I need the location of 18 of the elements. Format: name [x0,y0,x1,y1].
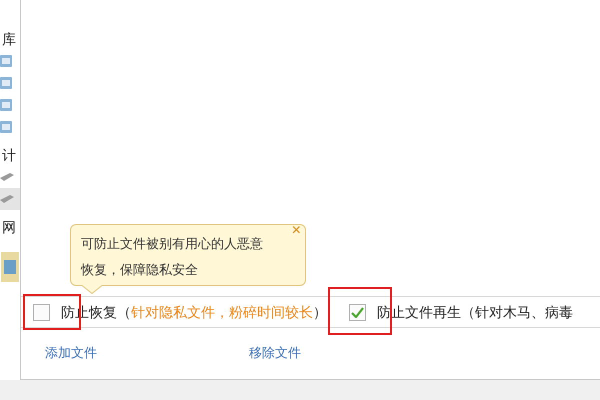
close-button[interactable]: × [292,223,301,239]
link[interactable]: 添加文件 [45,343,97,363]
option-label: 防止文件再生（针对木马、病毒 [377,302,573,322]
link[interactable]: 移除文件 [249,343,301,363]
tooltip-text: 可防止文件被别有用心的人恶意 [81,235,264,253]
drive-icon[interactable] [0,172,14,182]
tooltip-text: 恢复，保障隐私安全 [81,261,199,279]
folder-icon[interactable] [0,53,12,69]
checkbox[interactable] [349,304,366,320]
document-icon [1,252,19,282]
drive-icon[interactable] [0,194,14,204]
folder-icon[interactable] [0,119,12,135]
folder-icon[interactable] [0,97,12,113]
sidebar-heading: 计 [1,146,16,164]
folder-icon[interactable] [0,75,12,91]
sidebar-heading: 网 [1,218,16,236]
checkbox[interactable] [33,304,50,320]
sidebar-heading: 库 [1,30,16,48]
